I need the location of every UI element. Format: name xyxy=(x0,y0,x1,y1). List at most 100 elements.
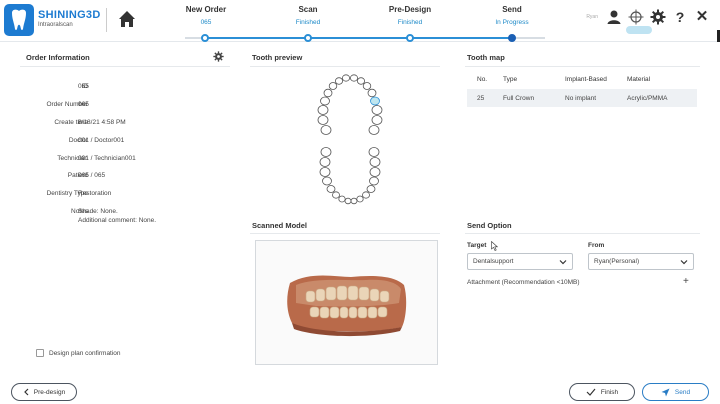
tooth[interactable] xyxy=(371,105,383,115)
tooth[interactable] xyxy=(357,77,366,85)
tooth-map-title: Tooth map xyxy=(467,53,505,62)
send-button[interactable]: Send xyxy=(642,383,709,401)
order-info-title: Order Information xyxy=(26,53,90,62)
order-settings-gear-icon[interactable] xyxy=(213,51,224,62)
add-attachment-button[interactable]: + xyxy=(683,276,689,287)
design-plan-confirmation[interactable]: Design plan confirmation xyxy=(36,349,121,357)
chevron-down-icon xyxy=(680,260,688,265)
column-header: Implant-Based xyxy=(565,75,607,83)
tooth-preview-divider xyxy=(250,66,440,67)
step-status: Finished xyxy=(295,19,321,26)
tooth[interactable] xyxy=(320,147,332,157)
tooth[interactable] xyxy=(338,195,346,203)
user-name: Ryan xyxy=(586,14,598,20)
design-plan-checkbox[interactable] xyxy=(36,349,44,357)
send-option-divider xyxy=(465,233,700,234)
tooth-logo-icon xyxy=(4,4,34,36)
step-title: Send xyxy=(502,5,522,14)
tooth[interactable] xyxy=(320,96,330,106)
brand-name: SHINING3D xyxy=(38,9,101,21)
tooth[interactable] xyxy=(332,191,340,199)
table-header: No. Type Implant-Based Material xyxy=(467,72,697,86)
header-actions: Ryan ? ✕ xyxy=(586,9,710,25)
checkmark-icon xyxy=(586,388,596,396)
from-select[interactable]: Ryan(Personal) xyxy=(588,253,694,270)
chevron-down-icon xyxy=(559,260,567,265)
tooth[interactable] xyxy=(371,115,383,125)
send-icon xyxy=(661,388,670,396)
tooth[interactable] xyxy=(317,105,329,115)
send-button-label: Send xyxy=(674,388,691,396)
tooth[interactable] xyxy=(344,197,352,205)
tooth[interactable] xyxy=(367,88,377,98)
tooth[interactable] xyxy=(319,167,331,177)
step-send[interactable]: Send In Progress xyxy=(472,5,552,26)
tooth[interactable] xyxy=(326,185,336,193)
tooth[interactable] xyxy=(350,74,359,82)
brand: SHINING3D Intraoralscan xyxy=(38,9,101,28)
step-dot xyxy=(406,34,414,42)
status-pill xyxy=(626,26,652,34)
scanned-model-title: Scanned Model xyxy=(252,221,308,230)
tooth[interactable] xyxy=(362,82,372,90)
from-select-value: Ryan(Personal) xyxy=(594,258,640,265)
scanned-model-divider xyxy=(250,233,440,234)
step-scan[interactable]: Scan Finished xyxy=(268,5,348,26)
tooth[interactable] xyxy=(350,197,358,205)
step-title: New Order xyxy=(185,5,227,14)
target-select-value: Dentalsupport xyxy=(473,258,514,265)
home-icon[interactable] xyxy=(117,9,137,29)
tooth[interactable] xyxy=(369,167,381,177)
scanned-model-viewer[interactable] xyxy=(255,240,438,365)
cell-material: Acrylic/PMMA xyxy=(627,94,668,102)
order-info-divider xyxy=(20,66,230,67)
finish-button[interactable]: Finish xyxy=(569,383,635,401)
tooth[interactable] xyxy=(322,176,332,186)
cell-no: 25 xyxy=(477,94,485,102)
design-plan-label: Design plan confirmation xyxy=(49,349,121,357)
notes-comment: Additional comment: None. xyxy=(78,217,157,224)
table-row[interactable]: 25 Full Crown No implant Acrylic/PMMA xyxy=(467,89,697,107)
step-new-order[interactable]: New Order 065 xyxy=(166,5,246,26)
user-icon[interactable] xyxy=(606,9,622,25)
tooth[interactable] xyxy=(362,191,370,199)
crosshair-icon[interactable] xyxy=(628,9,644,25)
gear-icon[interactable] xyxy=(650,9,666,25)
info-value: 8/18/21 4:58 PM xyxy=(78,119,126,126)
step-dot xyxy=(201,34,209,42)
column-header: Type xyxy=(503,75,518,83)
tooth[interactable] xyxy=(319,157,331,167)
back-button-label: Pre-design xyxy=(33,388,66,396)
tooth[interactable] xyxy=(334,77,343,85)
step-pre-design[interactable]: Pre-Design Finished xyxy=(370,5,450,26)
pre-design-back-button[interactable]: Pre-design xyxy=(11,383,77,401)
tooth[interactable] xyxy=(369,176,379,186)
info-value: 001 / Doctor001 xyxy=(78,137,125,144)
top-bar: SHINING3D Intraoralscan New Order 065 Sc… xyxy=(0,0,720,42)
tooth[interactable] xyxy=(342,74,351,82)
tooth[interactable] xyxy=(368,125,380,135)
steps-progress xyxy=(205,37,513,39)
tooth[interactable] xyxy=(369,157,381,167)
info-value: 065 xyxy=(78,83,89,90)
tooth[interactable] xyxy=(368,147,380,157)
cell-implant: No implant xyxy=(565,94,597,102)
header-divider xyxy=(106,8,107,32)
column-header: Material xyxy=(627,75,651,83)
tooth[interactable] xyxy=(323,88,333,98)
target-select[interactable]: Dentalsupport xyxy=(467,253,573,270)
step-dot-active xyxy=(508,34,516,42)
tooth-selected[interactable] xyxy=(370,96,380,106)
tooth[interactable] xyxy=(356,195,364,203)
info-value: Restoration xyxy=(78,190,112,197)
tooth[interactable] xyxy=(320,125,332,135)
tooth[interactable] xyxy=(317,115,329,125)
tooth[interactable] xyxy=(328,82,338,90)
close-icon[interactable]: ✕ xyxy=(694,9,710,25)
tooth-chart[interactable] xyxy=(306,72,394,210)
info-value: 001 / Technician001 xyxy=(78,155,136,162)
help-icon[interactable]: ? xyxy=(672,9,688,25)
tooth[interactable] xyxy=(366,185,376,193)
brand-subtitle: Intraoralscan xyxy=(38,22,73,28)
step-dot xyxy=(304,34,312,42)
